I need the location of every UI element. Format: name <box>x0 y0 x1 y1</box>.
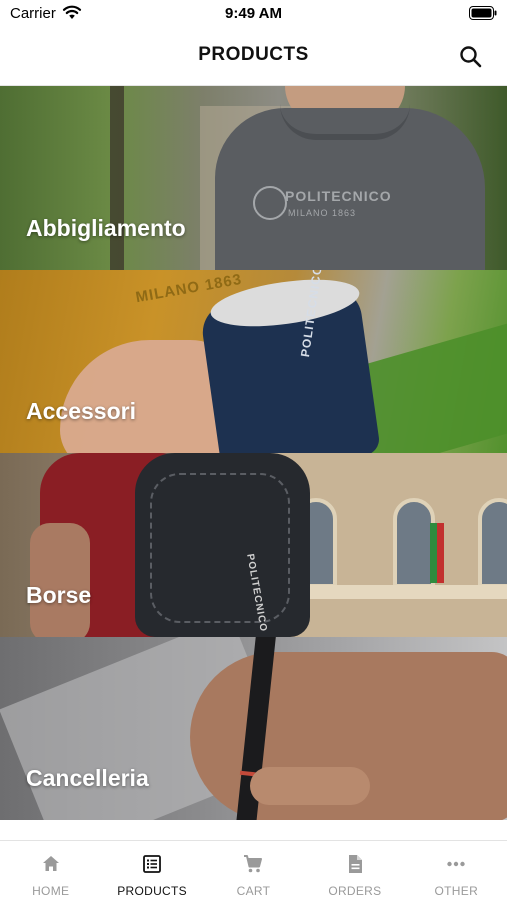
clock-time: 9:49 AM <box>225 5 282 22</box>
tab-products[interactable]: PRODUCTS <box>101 841 202 900</box>
sweater-print-sub: MILANO 1863 <box>288 208 357 218</box>
tab-other[interactable]: OTHER <box>406 841 507 900</box>
finger <box>250 766 370 805</box>
category-card-abbigliamento[interactable]: POLITECNICO MILANO 1863 Abbigliamento <box>0 86 507 270</box>
home-icon <box>42 856 59 871</box>
tab-bar: HOME PRODUCTS CART ORDERS OTHER <box>0 840 507 900</box>
building-window <box>478 498 507 588</box>
tree-trunk <box>110 86 124 270</box>
category-list: POLITECNICO MILANO 1863 Abbigliamento MI… <box>0 86 507 820</box>
document-icon <box>348 855 362 873</box>
tab-label: HOME <box>32 884 70 898</box>
category-label: Accessori <box>26 398 136 424</box>
tab-label: PRODUCTS <box>117 884 187 898</box>
tab-home[interactable]: HOME <box>0 841 101 900</box>
category-label: Cancelleria <box>26 765 149 791</box>
category-card-cancelleria[interactable]: Cancelleria <box>0 636 507 820</box>
navigation-bar: PRODUCTS <box>0 30 507 86</box>
backpack-cords <box>150 473 290 623</box>
search-icon[interactable] <box>457 43 485 71</box>
flag-red <box>437 523 444 583</box>
page-title: PRODUCTS <box>198 44 309 65</box>
category-card-borse[interactable]: POLITECNICO Borse <box>0 453 507 637</box>
tab-orders[interactable]: ORDERS <box>304 841 405 900</box>
more-icon <box>447 861 465 867</box>
flag-green <box>430 523 437 583</box>
cart-icon <box>244 855 263 873</box>
category-card-accessori[interactable]: MILANO 1863 POLITECNICO MILANO 1863 Acce… <box>0 269 507 453</box>
arm <box>30 523 90 637</box>
sweater-print: POLITECNICO <box>285 188 392 204</box>
tab-cart[interactable]: CART <box>203 841 304 900</box>
building-window <box>393 498 435 588</box>
battery-icon <box>469 6 497 20</box>
category-label: Borse <box>26 581 92 608</box>
status-bar: Carrier 9:49 AM <box>0 0 507 30</box>
category-label: Abbigliamento <box>26 214 186 241</box>
tab-label: CART <box>236 884 271 898</box>
tab-label: OTHER <box>434 884 479 898</box>
tab-label: ORDERS <box>328 884 382 898</box>
list-icon <box>143 855 161 873</box>
sweater-collar <box>280 104 410 140</box>
university-seal <box>253 186 287 220</box>
